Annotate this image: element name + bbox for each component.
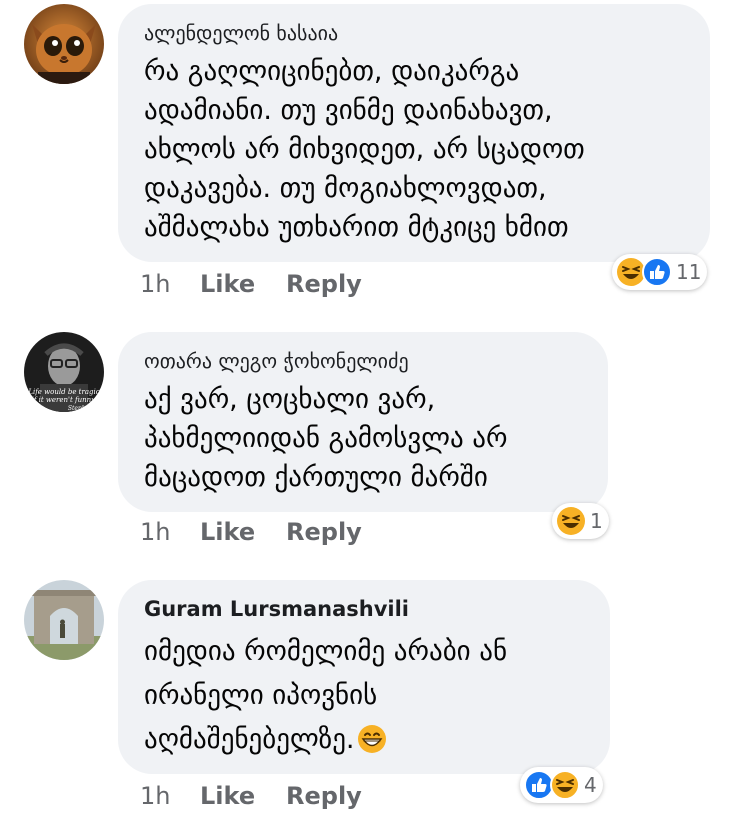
comment-bubble: ოთარა ლეგო ჭოხონელიძე აქ ვარ, ცოცხალი ვა… — [118, 332, 608, 512]
comment-author[interactable]: Guram Lursmanashvili — [144, 594, 584, 624]
comment-actions: 1h Like Reply — [140, 270, 362, 298]
like-button[interactable]: Like — [200, 270, 286, 298]
svg-text:Stephen H: Stephen H — [68, 405, 101, 412]
comment-line: მაცადოთ ქართული მარში — [144, 462, 488, 493]
comment-actions: 1h Like Reply — [140, 518, 362, 546]
comment-author[interactable]: ალენდელონ ხასაია — [144, 18, 684, 48]
comment-line: აშმალახა უთხარით მტკიცე ხმით — [144, 212, 569, 243]
comment-line: დაკავება. თუ მოგიახლოვდათ, — [144, 173, 547, 204]
avatar-guram[interactable] — [24, 580, 104, 660]
comment-text: აქ ვარ, ცოცხალი ვარ, პახმელიიდან გამოსვლ… — [144, 380, 582, 497]
comment-line: რა გაღლიცინებთ, დაიკარგა — [144, 56, 520, 87]
haha-icon — [550, 770, 580, 800]
comment-line-text: აღმაშენებელზე. — [144, 724, 355, 755]
reaction-summary[interactable]: 4 — [520, 767, 603, 803]
avatar-stephen-hawking[interactable]: Life would be tragic if it weren't funny… — [24, 332, 104, 412]
cat-avatar-image — [24, 4, 104, 84]
reply-button[interactable]: Reply — [286, 518, 362, 546]
reaction-count: 11 — [676, 260, 702, 284]
like-button[interactable]: Like — [200, 518, 286, 546]
reaction-summary[interactable]: 11 — [612, 254, 708, 290]
comment-line: ადამიანი. თუ ვინმე დაინახავთ, — [144, 95, 553, 126]
arch-avatar-image — [24, 580, 104, 660]
comment-text: იმედია რომელიმე არაბი ან ირანელი იპოვნის… — [144, 630, 584, 762]
comment-actions: 1h Like Reply — [140, 782, 362, 810]
comment-text: რა გაღლიცინებთ, დაიკარგა ადამიანი. თუ ვი… — [144, 52, 684, 247]
reaction-count: 4 — [584, 773, 597, 797]
comment-line: აღმაშენებელზე. — [144, 718, 584, 762]
like-button[interactable]: Like — [200, 782, 286, 810]
hawking-avatar-image: Life would be tragic if it weren't funny… — [24, 332, 104, 412]
comment-timestamp[interactable]: 1h — [140, 782, 200, 810]
comment-line: აქ ვარ, ცოცხალი ვარ, — [144, 384, 436, 415]
comment-line: ირანელი იპოვნის — [144, 680, 378, 711]
like-icon — [642, 257, 672, 287]
comment-author[interactable]: ოთარა ლეგო ჭოხონელიძე — [144, 346, 582, 376]
comment-timestamp[interactable]: 1h — [140, 270, 200, 298]
avatar-puss-in-boots[interactable] — [24, 4, 104, 84]
svg-text:if it weren't funny.: if it weren't funny. — [32, 396, 97, 404]
comment-bubble: ალენდელონ ხასაია რა გაღლიცინებთ, დაიკარგ… — [118, 4, 710, 262]
haha-icon — [557, 507, 585, 535]
reaction-summary[interactable]: 1 — [552, 503, 609, 539]
reaction-count: 1 — [590, 509, 603, 533]
svg-text:Life would be tragic: Life would be tragic — [27, 388, 99, 396]
comment-bubble: Guram Lursmanashvili იმედია რომელიმე არა… — [118, 580, 610, 774]
reply-button[interactable]: Reply — [286, 270, 362, 298]
comment-timestamp[interactable]: 1h — [140, 518, 200, 546]
comment-line: იმედია რომელიმე არაბი ან — [144, 636, 508, 667]
grinning-face-icon — [357, 725, 386, 753]
comment-line: პახმელიიდან გამოსვლა არ — [144, 423, 508, 454]
reply-button[interactable]: Reply — [286, 782, 362, 810]
comment-line: ახლოს არ მიხვიდეთ, არ სცადოთ — [144, 134, 585, 165]
